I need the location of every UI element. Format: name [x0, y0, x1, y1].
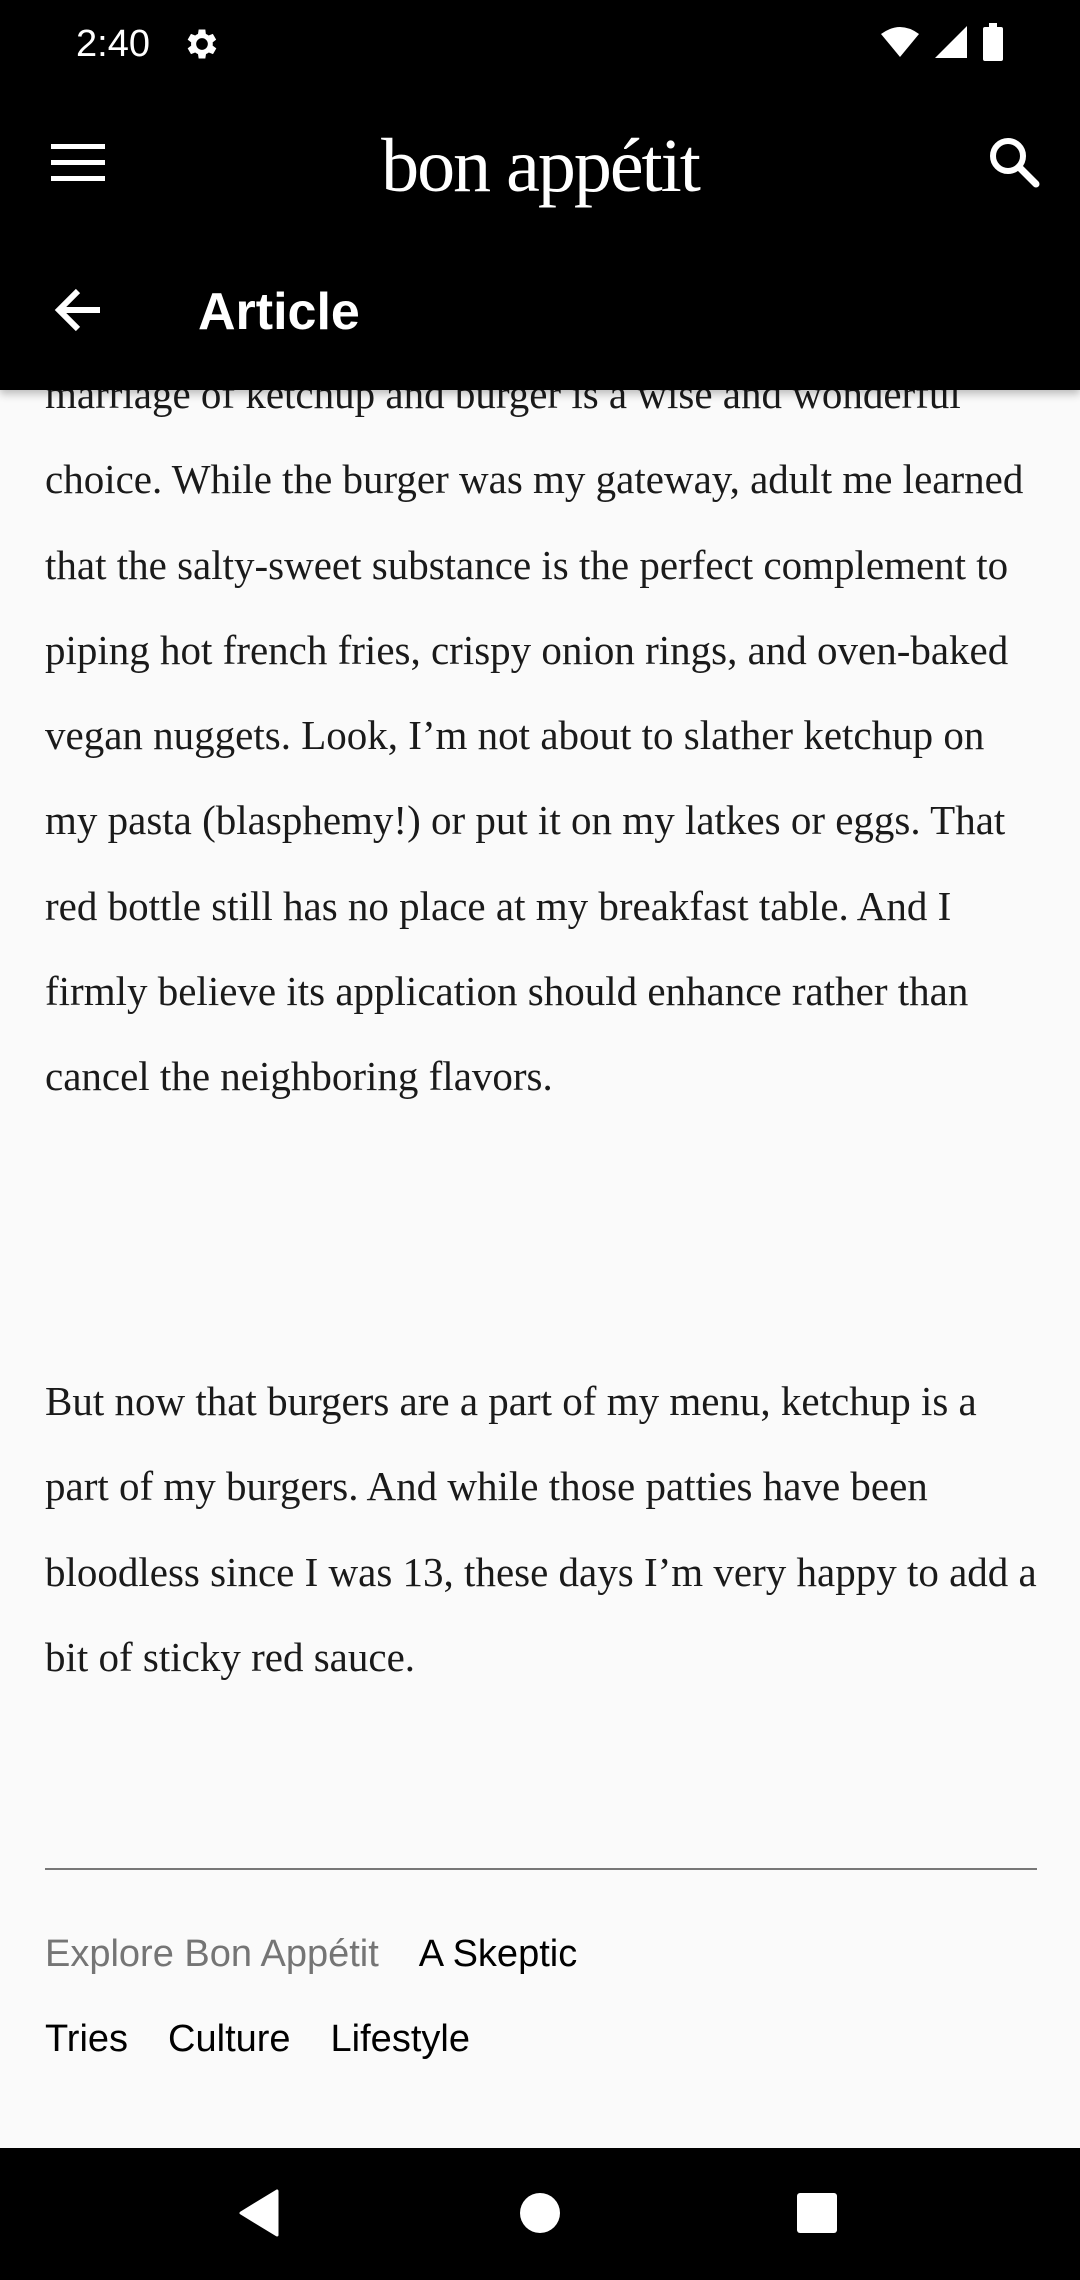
article-paragraph: marriage of ketchup and burger is a wise… [45, 371, 1024, 1100]
search-icon [988, 136, 1040, 193]
nav-back-icon [237, 2189, 281, 2242]
nav-home-button[interactable] [505, 2180, 575, 2250]
explore-label: Explore Bon Appétit [45, 1933, 379, 1975]
navigation-bar [0, 2148, 1080, 2280]
divider [45, 1868, 1037, 1870]
nav-recents-icon [796, 2192, 838, 2239]
app-header: bon appétit Article [0, 88, 1080, 390]
nav-recents-button[interactable] [782, 2180, 852, 2250]
back-button[interactable] [38, 272, 118, 352]
back-arrow-icon [54, 288, 102, 337]
brand-logo: bon appétit [381, 124, 701, 208]
search-button[interactable] [976, 126, 1052, 202]
screen-title: Article [198, 283, 360, 341]
article-paragraph: But now that burgers are a part of my me… [45, 1378, 1037, 1680]
explore-link-culture[interactable]: Culture [168, 2018, 291, 2060]
explore-section: Explore Bon Appétit A Skeptic Tries Cultur… [45, 1912, 1035, 2082]
nav-back-button[interactable] [224, 2180, 294, 2250]
explore-link-lifestyle[interactable]: Lifestyle [331, 2018, 470, 2060]
nav-home-icon [518, 2191, 562, 2240]
